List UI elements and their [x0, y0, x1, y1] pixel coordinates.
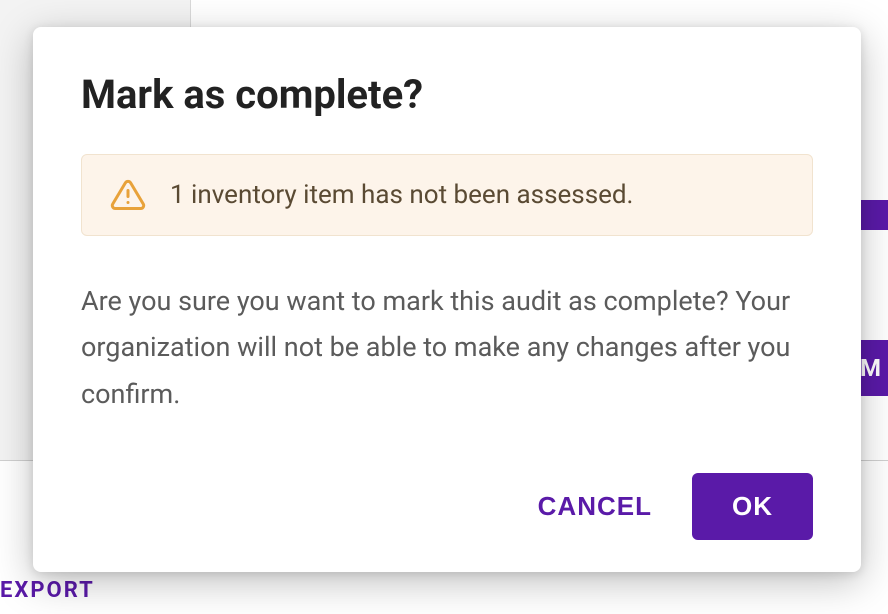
dialog-body-text: Are you sure you want to mark this audit… [81, 278, 813, 417]
dialog-actions: CANCEL OK [81, 473, 813, 540]
confirm-dialog: Mark as complete? 1 inventory item has n… [33, 27, 861, 572]
ok-button[interactable]: OK [692, 473, 813, 540]
dialog-title: Mark as complete? [81, 71, 813, 118]
cancel-button[interactable]: CANCEL [534, 479, 656, 534]
warning-text: 1 inventory item has not been assessed. [170, 180, 633, 210]
warning-triangle-icon [110, 177, 146, 213]
warning-banner: 1 inventory item has not been assessed. [81, 154, 813, 236]
